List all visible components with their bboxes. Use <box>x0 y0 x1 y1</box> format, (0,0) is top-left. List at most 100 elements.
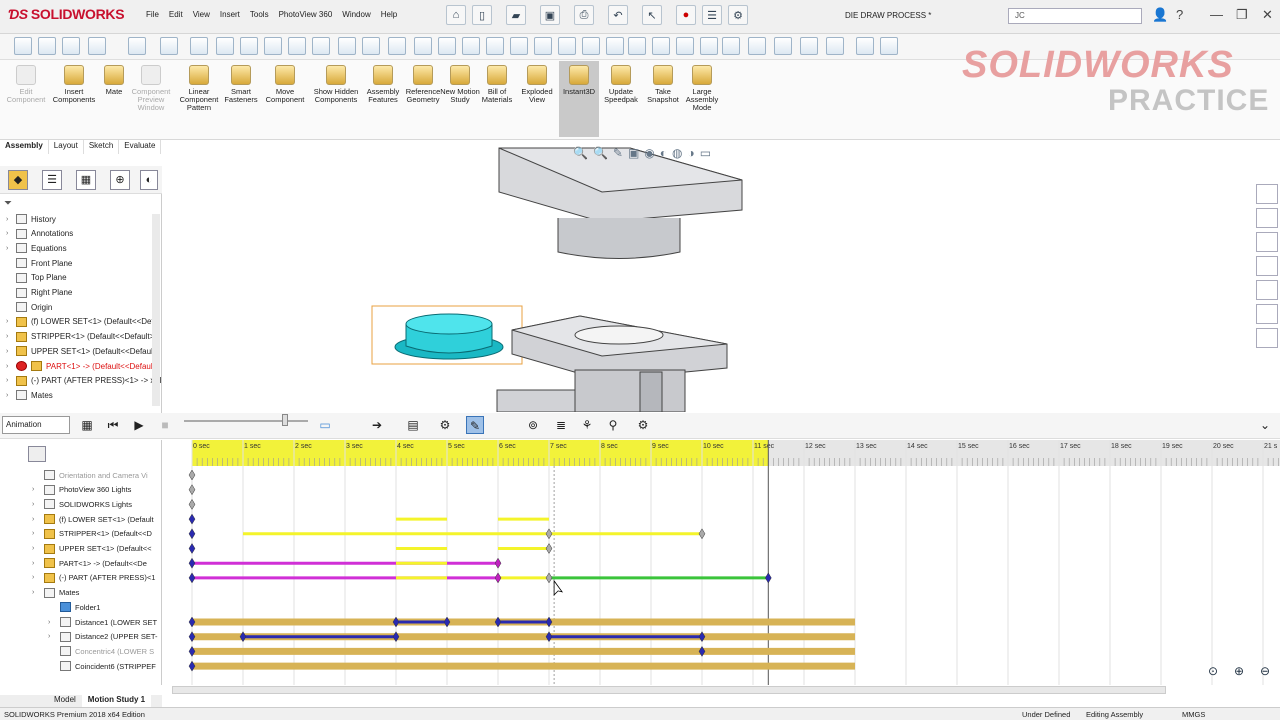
selection-tool-icon[interactable] <box>676 37 694 55</box>
selection-tool-icon[interactable] <box>264 37 282 55</box>
motion-tree-item[interactable]: › (f) LOWER SET<1> (Default <box>32 512 154 526</box>
selection-tool-icon[interactable] <box>14 37 32 55</box>
motion-tree-item[interactable]: Orientation and Camera Vi <box>32 468 148 482</box>
play-icon[interactable]: ▶ <box>130 416 148 434</box>
expand-arrow-icon[interactable]: › <box>6 377 16 384</box>
ribbon-large-assembly-mode-button[interactable]: Large Assembly Mode <box>679 65 725 112</box>
ribbon-exploded-view-button[interactable]: Exploded View <box>514 65 560 104</box>
ribbon-linear-component-pattern-button[interactable]: Linear Component Pattern <box>176 65 222 112</box>
selection-tool-icon[interactable] <box>128 37 146 55</box>
playback-slider-thumb[interactable] <box>282 414 288 426</box>
undo-icon[interactable]: ↶ <box>608 5 628 25</box>
tree-item[interactable]: › Annotations <box>6 227 73 241</box>
selection-tool-icon[interactable] <box>362 37 380 55</box>
motion-tree-item[interactable]: › Mates <box>32 586 79 600</box>
new-document-icon[interactable]: ▯ <box>472 5 492 25</box>
tab-layout[interactable]: Layout <box>49 140 84 154</box>
tree-item[interactable]: › UPPER SET<1> (Default<<Default <box>6 344 155 358</box>
selection-tool-icon[interactable] <box>338 37 356 55</box>
tree-item[interactable]: › History <box>6 212 56 226</box>
display-manager-icon[interactable]: ◐ <box>140 170 158 190</box>
menu-item-tools[interactable]: Tools <box>250 10 269 19</box>
selection-tool-icon[interactable] <box>628 37 646 55</box>
selection-tool-icon[interactable] <box>880 37 898 55</box>
expand-arrow-icon[interactable]: › <box>48 633 60 640</box>
contact-icon[interactable]: ⚘ <box>578 416 596 434</box>
selection-tool-icon[interactable] <box>510 37 528 55</box>
motion-tree-item[interactable]: › Distance1 (LOWER SET <box>48 615 157 629</box>
motion-tree-item[interactable]: › PhotoView 360 Lights <box>32 483 131 497</box>
dimxpert-icon[interactable]: ⊕ <box>110 170 130 190</box>
tree-item[interactable]: Origin <box>6 300 52 314</box>
tree-item[interactable]: › Equations <box>6 241 67 255</box>
expand-arrow-icon[interactable]: › <box>32 501 44 508</box>
tree-scrollbar[interactable] <box>152 214 160 406</box>
selection-tool-icon[interactable] <box>288 37 306 55</box>
zoom-in-icon[interactable]: ⊕ <box>1230 664 1248 682</box>
expand-arrow-icon[interactable]: › <box>6 230 16 237</box>
menu-item-view[interactable]: View <box>193 10 210 19</box>
playback-mode-select[interactable]: ▭ <box>316 416 334 434</box>
gravity-icon[interactable]: ⚲ <box>604 416 622 434</box>
sheet-tab-model[interactable]: Model <box>48 695 82 707</box>
expand-arrow-icon[interactable]: › <box>32 560 44 567</box>
restore-button[interactable]: ❐ <box>1236 7 1248 23</box>
selection-tool-icon[interactable] <box>312 37 330 55</box>
tab-assembly[interactable]: Assembly <box>0 140 49 154</box>
expand-arrow-icon[interactable]: › <box>6 333 16 340</box>
selection-tool-icon[interactable] <box>558 37 576 55</box>
expand-arrow-icon[interactable]: › <box>6 245 16 252</box>
motion-tree-item[interactable]: Folder1 <box>48 600 100 614</box>
selection-tool-icon[interactable] <box>856 37 874 55</box>
task-pane-library-icon[interactable] <box>1256 232 1278 252</box>
ribbon-instant3d-button[interactable]: Instant3D <box>559 61 599 137</box>
expand-arrow-icon[interactable]: › <box>32 574 44 581</box>
task-pane-explorer-icon[interactable] <box>1256 256 1278 276</box>
expand-arrow-icon[interactable]: › <box>32 516 44 523</box>
zoom-out-icon[interactable]: ⊖ <box>1256 664 1274 682</box>
tree-item[interactable]: › (f) LOWER SET<1> (Default<<Def <box>6 315 154 329</box>
selection-tool-icon[interactable] <box>190 37 208 55</box>
menu-item-help[interactable]: Help <box>381 10 397 19</box>
menu-item-photoview-360[interactable]: PhotoView 360 <box>279 10 333 19</box>
selection-tool-icon[interactable] <box>62 37 80 55</box>
expand-arrow-icon[interactable]: › <box>6 392 16 399</box>
graphics-area[interactable] <box>162 140 1280 412</box>
selection-tool-icon[interactable] <box>722 37 740 55</box>
sheet-tab-motion-study-1[interactable]: Motion Study 1 <box>81 695 152 707</box>
heads-up-view-toolbar[interactable]: 🔍🔍✎▣◉◐◍◑▭ <box>573 146 716 160</box>
selection-tool-icon[interactable] <box>438 37 456 55</box>
expand-arrow-icon[interactable]: › <box>32 530 44 537</box>
expand-arrow-icon[interactable]: › <box>6 363 16 370</box>
selection-tool-icon[interactable] <box>462 37 480 55</box>
play-from-start-icon[interactable]: ⏮ <box>104 416 122 434</box>
motion-tree-item[interactable]: › SOLIDWORKS Lights <box>32 497 132 511</box>
save-animation-icon[interactable]: ➔ <box>368 416 386 434</box>
unit-system[interactable]: MMGS <box>1182 710 1205 719</box>
expand-arrow-icon[interactable]: › <box>32 589 44 596</box>
task-pane-resources-icon[interactable] <box>1256 208 1278 228</box>
study-type-select[interactable]: Animation <box>2 416 70 434</box>
save-icon[interactable]: ▣ <box>540 5 560 25</box>
rebuild-icon[interactable]: ● <box>676 5 696 25</box>
selection-tool-icon[interactable] <box>486 37 504 55</box>
selection-tool-icon[interactable] <box>388 37 406 55</box>
close-button[interactable]: ✕ <box>1262 7 1273 23</box>
minimize-button[interactable]: — <box>1210 7 1223 22</box>
selection-tool-icon[interactable] <box>582 37 600 55</box>
help-icon[interactable]: ? <box>1176 7 1183 22</box>
menu-item-window[interactable]: Window <box>342 10 370 19</box>
task-pane-properties-icon[interactable] <box>1256 304 1278 324</box>
motor-icon[interactable]: ⊚ <box>524 416 542 434</box>
motion-study-properties-icon[interactable]: ⚙ <box>634 416 652 434</box>
tree-item[interactable]: Front Plane <box>6 256 72 270</box>
property-manager-icon[interactable]: ☰ <box>42 170 62 190</box>
tree-item[interactable]: › (-) PART (AFTER PRESS)<1> -> x (I <box>6 374 161 388</box>
expand-arrow-icon[interactable]: › <box>48 619 60 626</box>
task-pane-home-icon[interactable] <box>1256 184 1278 204</box>
zoom-to-fit-icon[interactable]: ⊙ <box>1204 664 1222 682</box>
motion-tree-item[interactable]: › UPPER SET<1> (Default<< <box>32 542 152 556</box>
filter-icon[interactable] <box>28 446 46 462</box>
feature-manager-icon[interactable]: ◆ <box>8 170 28 190</box>
collapse-motion-icon[interactable]: ⌄ <box>1256 416 1274 434</box>
